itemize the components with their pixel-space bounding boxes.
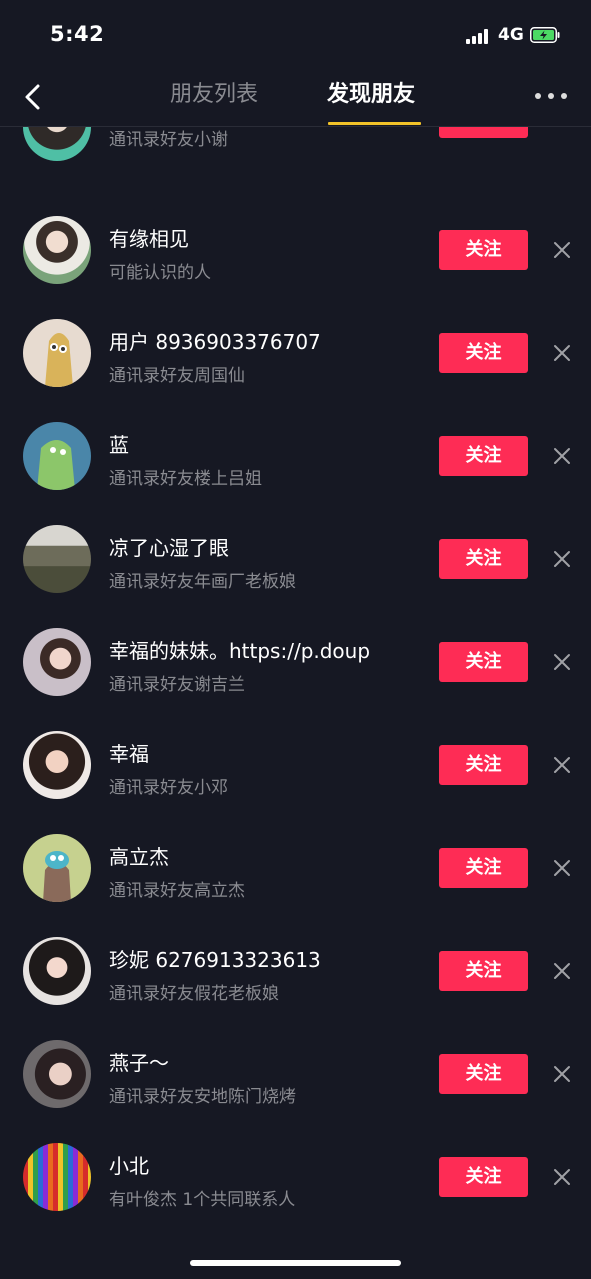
battery-icon	[530, 27, 560, 43]
user-name: 珍妮 6276913323613	[109, 948, 321, 972]
avatar[interactable]	[23, 216, 91, 284]
more-options-icon[interactable]	[533, 86, 569, 106]
close-icon[interactable]	[553, 859, 571, 877]
back-arrow-icon[interactable]	[18, 80, 54, 116]
close-icon[interactable]	[553, 1168, 571, 1186]
list-item[interactable]: 蓝 通讯录好友楼上吕姐 关注	[0, 405, 591, 508]
list-item[interactable]: 燕子～ 通讯录好友安地陈门烧烤 关注	[0, 1023, 591, 1126]
list-item[interactable]: 高立杰 通讯录好友高立杰 关注	[0, 817, 591, 920]
follow-button[interactable]: 关注	[439, 436, 528, 476]
user-name: 幸福的妹妹。https://p.doup	[109, 639, 371, 663]
user-name: 燕子～	[109, 1051, 169, 1075]
follow-button[interactable]: 关注	[439, 539, 528, 579]
user-name: 幸福	[109, 742, 149, 766]
list-item[interactable]: 小北 有叶俊杰 1个共同联系人 关注	[0, 1126, 591, 1229]
follow-button[interactable]: 关注	[439, 1054, 528, 1094]
close-icon[interactable]	[553, 653, 571, 671]
user-subtitle: 通讯录好友年画厂老板娘	[109, 572, 296, 592]
user-subtitle: 通讯录好友谢吉兰	[109, 675, 245, 695]
user-subtitle: 通讯录好友周国仙	[109, 366, 245, 386]
tab-discover-friends[interactable]: 发现朋友	[327, 80, 415, 126]
status-bar: 5:42 4G	[0, 0, 591, 70]
close-icon[interactable]	[553, 447, 571, 465]
follow-button[interactable]: 关注	[439, 951, 528, 991]
list-item[interactable]: 有缘相见 可能认识的人 关注	[0, 199, 591, 302]
active-tab-indicator	[328, 122, 421, 125]
close-icon[interactable]	[553, 962, 571, 980]
avatar[interactable]	[23, 937, 91, 1005]
avatar[interactable]	[23, 127, 91, 161]
close-icon[interactable]	[553, 1065, 571, 1083]
avatar[interactable]	[23, 1143, 91, 1211]
close-icon[interactable]	[553, 241, 571, 259]
user-subtitle: 通讯录好友楼上吕姐	[109, 469, 262, 489]
status-time: 5:42	[50, 22, 105, 46]
user-name: 高立杰	[109, 845, 169, 869]
list-item[interactable]: 凉了心湿了眼 通讯录好友年画厂老板娘 关注	[0, 508, 591, 611]
follow-button[interactable]: 关注	[439, 333, 528, 373]
follow-button[interactable]: 关注	[439, 745, 528, 785]
avatar[interactable]	[23, 834, 91, 902]
follow-button[interactable]: 关注	[439, 642, 528, 682]
list-item[interactable]: 用户 8936903376707 通讯录好友周国仙 关注	[0, 302, 591, 405]
user-name: 凉了心湿了眼	[109, 536, 229, 560]
user-subtitle: 通讯录好友高立杰	[109, 881, 245, 901]
close-icon[interactable]	[553, 550, 571, 568]
avatar[interactable]	[23, 1040, 91, 1108]
close-icon[interactable]	[553, 344, 571, 362]
friend-suggestion-list: 秋秋 通讯录好友小谢 关注 有缘相见 可能认识的人 关注 用户 89369033…	[0, 127, 591, 1247]
user-name: 用户 8936903376707	[109, 330, 321, 354]
user-subtitle: 通讯录好友安地陈门烧烤	[109, 1087, 296, 1107]
user-name: 小北	[109, 1154, 149, 1178]
list-item[interactable]: 幸福的妹妹。https://p.doup 通讯录好友谢吉兰 关注	[0, 611, 591, 714]
follow-button[interactable]: 关注	[439, 848, 528, 888]
user-subtitle: 可能认识的人	[109, 263, 211, 283]
user-name: 有缘相见	[109, 227, 189, 251]
tab-friends-list[interactable]: 朋友列表	[170, 80, 258, 126]
follow-button[interactable]: 关注	[439, 127, 528, 138]
list-item[interactable]: 珍妮 6276913323613 通讯录好友假花老板娘 关注	[0, 920, 591, 1023]
user-subtitle: 有叶俊杰 1个共同联系人	[109, 1190, 296, 1210]
avatar[interactable]	[23, 422, 91, 490]
list-item[interactable]: 秋秋 通讯录好友小谢 关注	[0, 127, 591, 200]
list-item[interactable]: 幸福 通讯录好友小邓 关注	[0, 714, 591, 817]
home-indicator[interactable]	[190, 1260, 401, 1266]
user-subtitle: 通讯录好友小邓	[109, 778, 228, 798]
avatar[interactable]	[23, 628, 91, 696]
avatar[interactable]	[23, 731, 91, 799]
top-nav: 朋友列表 发现朋友	[0, 70, 591, 127]
signal-icon	[466, 28, 492, 44]
avatar[interactable]	[23, 319, 91, 387]
network-type: 4G	[498, 25, 524, 45]
close-icon[interactable]	[553, 756, 571, 774]
user-name: 蓝	[109, 433, 129, 457]
follow-button[interactable]: 关注	[439, 230, 528, 270]
user-subtitle: 通讯录好友小谢	[109, 130, 228, 150]
avatar[interactable]	[23, 525, 91, 593]
follow-button[interactable]: 关注	[439, 1157, 528, 1197]
user-subtitle: 通讯录好友假花老板娘	[109, 984, 279, 1004]
